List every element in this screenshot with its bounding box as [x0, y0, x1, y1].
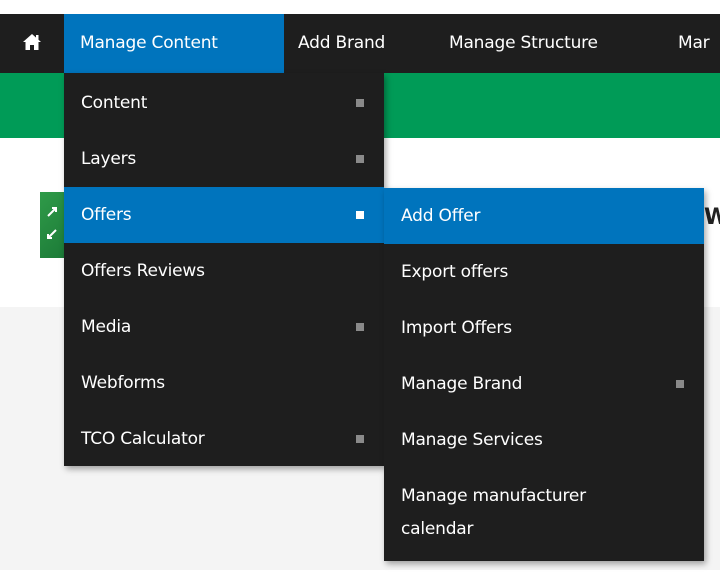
menu-item-label: Manage Brand: [401, 374, 523, 394]
menu-item-label: Content: [81, 93, 148, 113]
page-title-fragment: W: [704, 205, 720, 230]
menu-item-media[interactable]: Media: [64, 299, 384, 355]
menu-item-label: Add Offer: [401, 206, 481, 226]
menu-item-label: Layers: [81, 149, 137, 169]
home-link[interactable]: [0, 14, 64, 73]
menu-item-label: Webforms: [81, 373, 165, 393]
submenu-indicator-icon: [356, 323, 364, 331]
menu-item-manage-manufacturer-calendar[interactable]: Manage manufacturer calendar: [384, 468, 704, 561]
menu-item-label: Offers Reviews: [81, 261, 205, 281]
manage-content-menu: Content Layers Offers Offers Reviews Med…: [64, 73, 384, 466]
top-strip: [0, 0, 720, 14]
submenu-indicator-icon: [356, 211, 364, 219]
admin-toolbar: Manage Content Add Brand Manage Structur…: [0, 14, 720, 73]
menu-item-label: Export offers: [401, 262, 509, 282]
menu-item-label: Manage Services: [401, 430, 543, 450]
menu-item-label: TCO Calculator: [81, 429, 205, 449]
menu-item-export-offers[interactable]: Export offers: [384, 244, 704, 300]
toolbar-manage-content[interactable]: Manage Content: [64, 14, 284, 73]
menu-item-manage-brand[interactable]: Manage Brand: [384, 356, 704, 412]
offers-submenu: Add Offer Export offers Import Offers Ma…: [384, 188, 704, 561]
menu-item-tco-calculator[interactable]: TCO Calculator: [64, 411, 384, 467]
toolbar-manage-structure[interactable]: Manage Structure: [433, 14, 663, 73]
submenu-indicator-icon: [356, 99, 364, 107]
page: Manage Content Add Brand Manage Structur…: [0, 0, 720, 577]
submenu-indicator-icon: [356, 435, 364, 443]
menu-item-offers[interactable]: Offers: [64, 187, 384, 243]
site-logo: [40, 192, 66, 258]
menu-item-webforms[interactable]: Webforms: [64, 355, 384, 411]
menu-item-label: Media: [81, 317, 132, 337]
toolbar-add-brand[interactable]: Add Brand: [282, 14, 432, 73]
menu-item-offers-reviews[interactable]: Offers Reviews: [64, 243, 384, 299]
menu-item-manage-services[interactable]: Manage Services: [384, 412, 704, 468]
submenu-indicator-icon: [676, 380, 684, 388]
menu-item-layers[interactable]: Layers: [64, 131, 384, 187]
menu-item-label: Import Offers: [401, 318, 512, 338]
submenu-indicator-icon: [356, 155, 364, 163]
menu-item-add-offer[interactable]: Add Offer: [384, 188, 704, 244]
home-icon: [22, 33, 42, 55]
menu-item-label: Offers: [81, 205, 132, 225]
menu-item-content[interactable]: Content: [64, 75, 384, 131]
menu-item-import-offers[interactable]: Import Offers: [384, 300, 704, 356]
menu-item-label-line1: Manage manufacturer: [401, 486, 586, 506]
logo-arrows-icon: [47, 207, 57, 239]
toolbar-truncated-item[interactable]: Mar: [662, 14, 720, 73]
menu-item-label-line2: calendar: [401, 519, 474, 539]
